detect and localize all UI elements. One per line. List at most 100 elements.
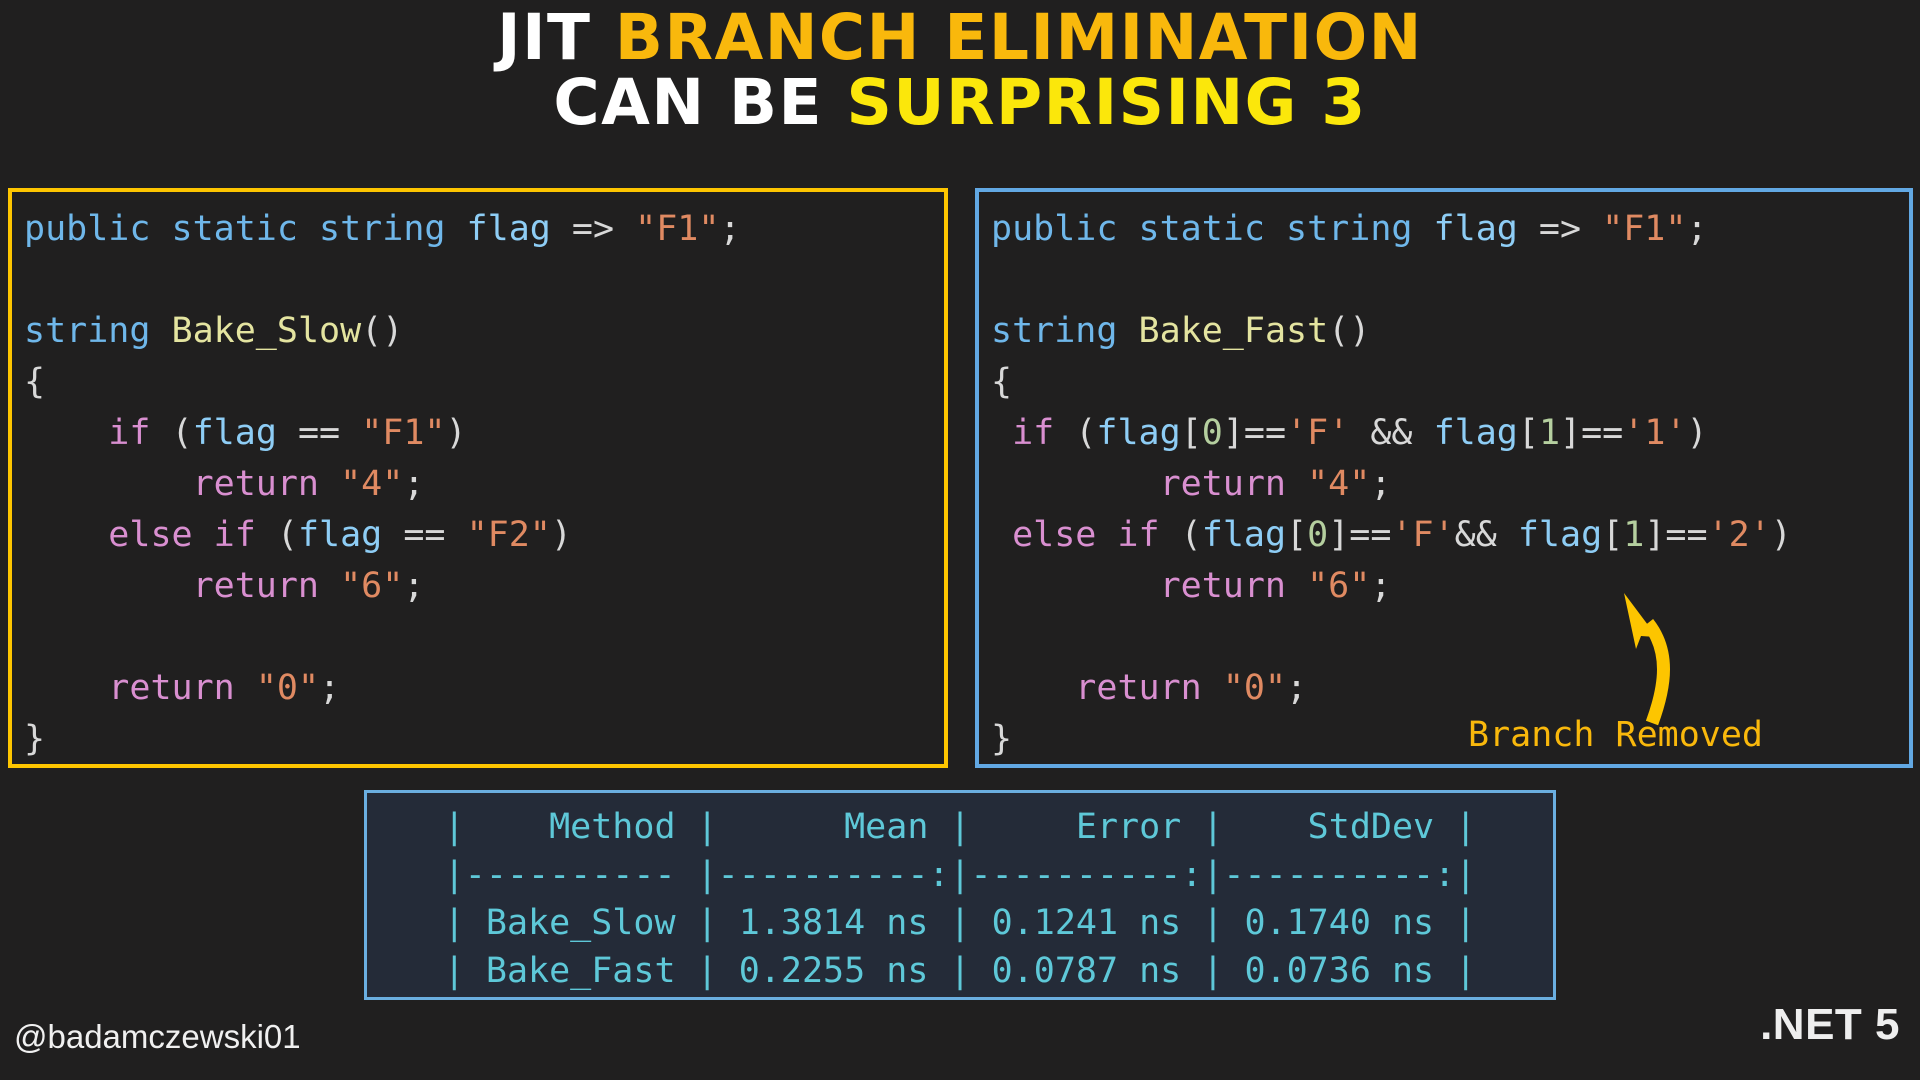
code-token: [ [1602, 515, 1624, 555]
code-token: return [1159, 566, 1287, 606]
code-token: flag [1433, 209, 1518, 249]
code-token: ( [1054, 413, 1097, 453]
code-block-slow: public static string flag => "F1"; strin… [24, 204, 934, 765]
author-handle: @badamczewski01 [14, 1018, 301, 1055]
code-token: => [1517, 209, 1603, 249]
code-token: if [108, 413, 151, 453]
code-line: return "6"; [24, 561, 934, 612]
slide-canvas: JIT BRANCH ELIMINATION CAN BE SURPRISING… [0, 0, 1920, 1080]
code-line: return "0"; [991, 663, 1899, 714]
code-token: && [1454, 515, 1518, 555]
code-line: public static string flag => "F1"; [991, 204, 1899, 255]
code-token: flag [192, 413, 277, 453]
code-token: ) [1686, 413, 1708, 453]
code-token: static [171, 209, 298, 249]
code-line: else if (flag[0]=='F'&& flag[1]=='2') [991, 510, 1899, 561]
code-token: ( [255, 515, 298, 555]
code-token: && [1349, 413, 1434, 453]
code-line: public static string flag => "F1"; [24, 204, 934, 255]
benchmark-results-table: | Method | Mean | Error | StdDev | |-----… [364, 790, 1556, 1000]
code-token: "F1" [361, 413, 446, 453]
code-token: string [24, 311, 151, 351]
table-row: |---------- |----------:|----------:|---… [443, 855, 1477, 895]
code-token: } [991, 719, 1013, 759]
code-panel-fast: public static string flag => "F1"; strin… [975, 188, 1913, 768]
code-token: public [24, 209, 151, 249]
code-token: ; [1370, 464, 1392, 504]
code-token: { [24, 362, 46, 402]
code-token: "4" [340, 464, 404, 504]
code-token: flag [1433, 413, 1518, 453]
code-token: [ [1286, 515, 1308, 555]
dotnet-version-badge: .NET 5 [1760, 1000, 1900, 1049]
title-line-2: CAN BE SURPRISING 3 [0, 70, 1920, 136]
code-line: { [24, 357, 934, 408]
title-line-1-amber: BRANCH ELIMINATION [614, 1, 1423, 74]
code-token: public [991, 209, 1118, 249]
code-token: "0" [1222, 668, 1287, 708]
code-token: else if [108, 515, 256, 555]
code-line: return "4"; [991, 459, 1899, 510]
code-token: if [1012, 413, 1055, 453]
code-token: 'F' [1286, 413, 1350, 453]
code-token: => [550, 209, 636, 249]
code-token: "4" [1307, 464, 1371, 504]
code-token: Bake_Fast [1138, 311, 1329, 351]
code-token: == [276, 413, 362, 453]
code-token: ]== [1222, 413, 1287, 453]
code-token: () [1328, 311, 1371, 351]
code-token: flag [1517, 515, 1603, 555]
code-token: string [319, 209, 446, 249]
code-token: "6" [1307, 566, 1371, 606]
code-token: ; [719, 209, 741, 249]
code-token: ; [319, 668, 341, 708]
title-line-2-yellow: SURPRISING 3 [846, 65, 1367, 139]
code-token: [ [1180, 413, 1202, 453]
code-token: return [192, 464, 320, 504]
code-token: '1' [1623, 413, 1687, 453]
code-token: 0 [1307, 515, 1329, 555]
code-token: flag [297, 515, 383, 555]
code-token: ) [445, 413, 467, 453]
code-token: flag [1201, 515, 1287, 555]
code-token: ; [1370, 566, 1392, 606]
code-token: ]== [1560, 413, 1624, 453]
code-token: flag [1096, 413, 1181, 453]
code-token: return [192, 566, 320, 606]
code-token: ( [1159, 515, 1202, 555]
title-line-2-white: CAN BE [553, 65, 847, 139]
code-token: 1 [1623, 515, 1645, 555]
title-line-1-white: JIT [497, 1, 615, 74]
code-token: "F2" [466, 515, 551, 555]
code-token: ; [403, 464, 425, 504]
code-token: 'F' [1391, 515, 1455, 555]
code-token: ]== [1644, 515, 1708, 555]
code-token: flag [466, 209, 551, 249]
code-token: 1 [1538, 413, 1561, 453]
code-block-fast: public static string flag => "F1"; strin… [991, 204, 1899, 765]
code-token: } [24, 719, 46, 759]
code-token: return [108, 668, 235, 708]
code-line: return "6"; [991, 561, 1899, 612]
code-token: string [991, 311, 1118, 351]
